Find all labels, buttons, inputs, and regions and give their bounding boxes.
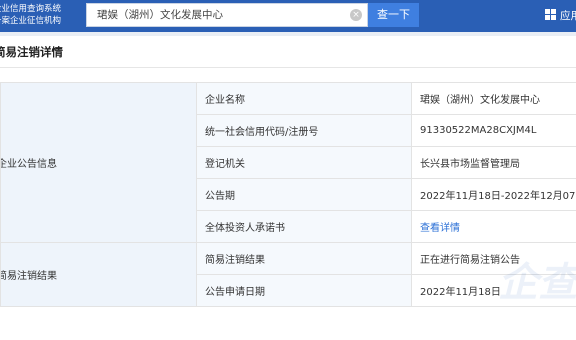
group-label-result: 简易注销结果	[0, 242, 197, 307]
row-value: 长兴县市场监督管理局	[411, 146, 576, 179]
row-label: 企业名称	[196, 82, 412, 115]
app-grid-icon	[545, 9, 556, 20]
row-value: 91330522MA28CXJM4L	[411, 114, 576, 147]
section-header: 简易注销详情	[0, 36, 576, 68]
deregistration-detail-table: 企业公告信息 企业名称 珺娱（湖州）文化发展中心 统一社会信用代码/注册号 91…	[0, 82, 576, 307]
section-title: 简易注销详情	[0, 45, 63, 59]
row-value: 2022年11月18日	[411, 274, 576, 307]
logo-line-1: 企业信用查询系统	[0, 4, 62, 14]
search-input-value[interactable]: 珺娱（湖州）文化发展中心	[97, 4, 223, 26]
top-search-bar: 企业信用查询系统 备案企业征信机构 珺娱（湖州）文化发展中心 × 查一下 应用	[0, 0, 576, 32]
table-row: 企业公告信息 企业名称 珺娱（湖州）文化发展中心	[0, 82, 576, 243]
search-input[interactable]: 珺娱（湖州）文化发展中心 ×	[86, 3, 368, 27]
row-label: 统一社会信用代码/注册号	[196, 114, 412, 147]
logo-line-2: 备案企业征信机构	[0, 16, 62, 26]
site-logo[interactable]: 企业信用查询系统 备案企业征信机构	[0, 0, 80, 32]
row-value: 正在进行简易注销公告	[411, 242, 576, 275]
row-value: 珺娱（湖州）文化发展中心	[411, 82, 576, 115]
section-spacer	[0, 69, 576, 82]
row-label: 全体投资人承诺书	[196, 210, 412, 243]
group-label-announcement: 企业公告信息	[0, 82, 197, 243]
row-label: 登记机关	[196, 146, 412, 179]
row-label: 公告期	[196, 178, 412, 211]
table-row: 简易注销结果 简易注销结果 正在进行简易注销公告	[0, 242, 576, 307]
clear-icon[interactable]: ×	[350, 9, 362, 21]
app-link[interactable]: 应用	[545, 6, 576, 26]
row-label: 简易注销结果	[196, 242, 412, 275]
search-button[interactable]: 查一下	[368, 3, 419, 27]
row-label: 公告申请日期	[196, 274, 412, 307]
app-link-label: 应用	[560, 10, 576, 22]
view-details-link[interactable]: 查看详情	[420, 223, 460, 234]
row-value: 2022年11月18日-2022年12月07日	[411, 178, 576, 211]
